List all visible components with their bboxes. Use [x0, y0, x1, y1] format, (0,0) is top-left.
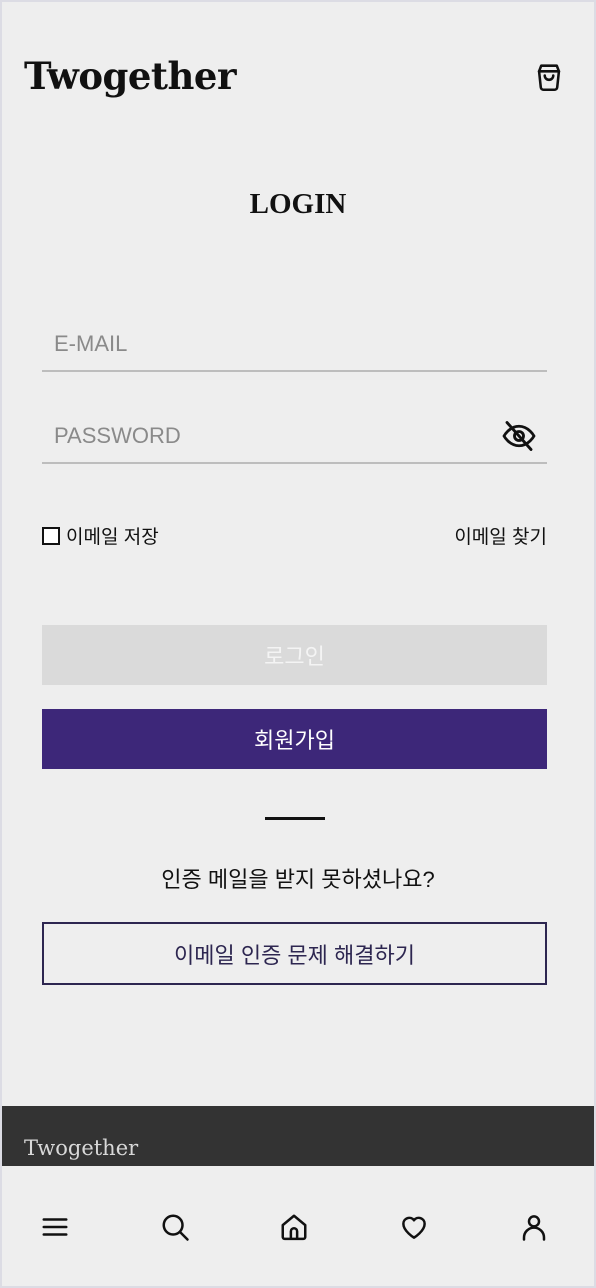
header: Twogether [2, 2, 594, 152]
logo[interactable]: Twogether [24, 54, 236, 98]
divider [265, 817, 325, 820]
footer-logo: Twogether [24, 1136, 139, 1160]
verification-question: 인증 메일을 받지 못하셨나요? [161, 867, 435, 892]
password-input[interactable] [54, 418, 484, 454]
eye-off-icon[interactable] [501, 418, 537, 454]
checkbox-box[interactable] [42, 526, 60, 545]
page-title: LOGIN [249, 188, 347, 220]
save-email-checkbox[interactable]: 이메일 저장 [42, 522, 159, 549]
home-icon[interactable] [279, 1212, 309, 1242]
user-icon[interactable] [519, 1212, 549, 1242]
login-options-row: 이메일 저장 이메일 찾기 [42, 520, 547, 550]
email-field-container [42, 312, 547, 372]
search-icon[interactable] [160, 1212, 190, 1242]
find-email-link[interactable]: 이메일 찾기 [454, 522, 547, 549]
resolve-email-verification-button[interactable]: 이메일 인증 문제 해결하기 [42, 922, 547, 985]
email-input[interactable] [54, 326, 484, 362]
signup-button[interactable]: 회원가입 [42, 709, 547, 769]
heart-icon[interactable] [399, 1212, 429, 1242]
app-frame: Twogether LOGIN 이메일 저장 이메일 찾기 로 [2, 2, 594, 1286]
shopping-bag-icon[interactable] [532, 60, 566, 94]
login-button[interactable]: 로그인 [42, 625, 547, 685]
save-email-label: 이메일 저장 [66, 527, 159, 548]
menu-icon[interactable] [40, 1212, 70, 1242]
bottom-tab-bar [2, 1166, 594, 1286]
password-field-container [42, 404, 547, 464]
